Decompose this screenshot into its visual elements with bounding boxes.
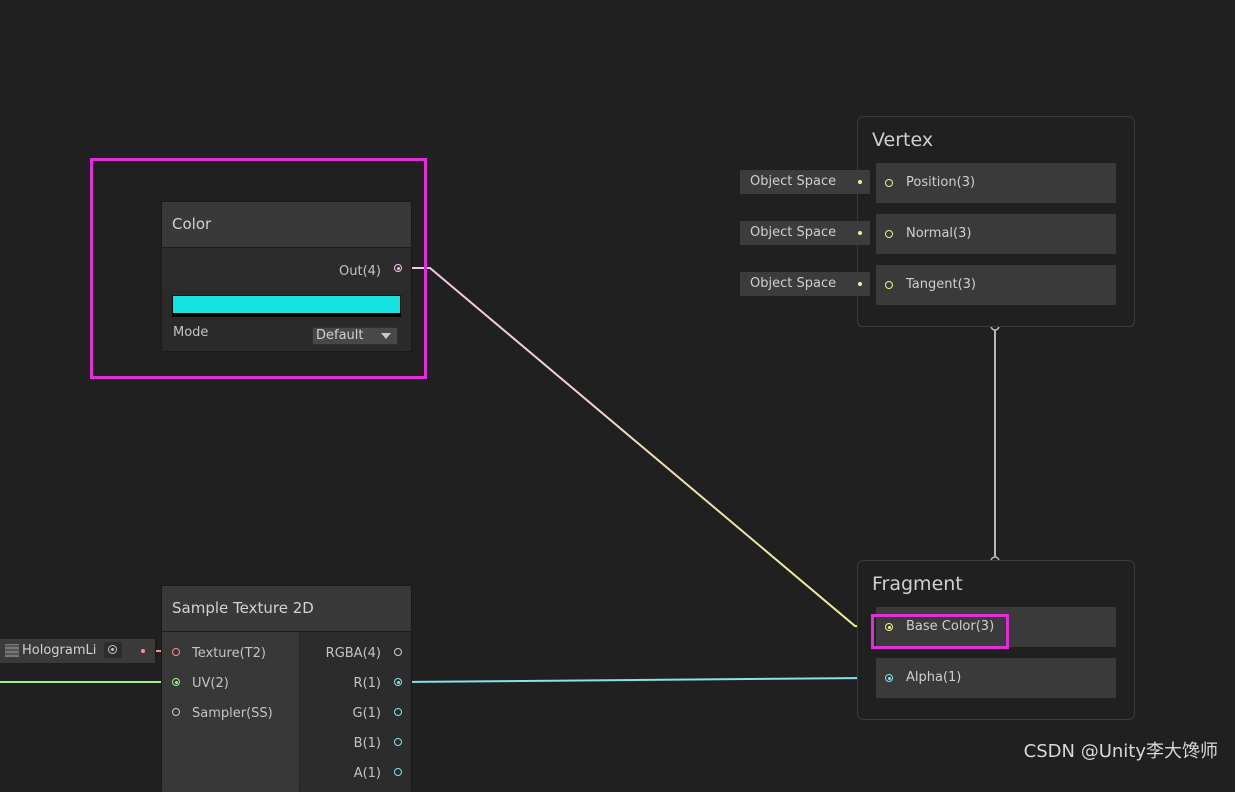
texture-property-port[interactable] bbox=[141, 649, 145, 653]
position-label: Position(3) bbox=[906, 175, 976, 190]
chip-port bbox=[858, 282, 862, 286]
chip-port bbox=[858, 231, 862, 235]
object-space-label: Object Space bbox=[750, 225, 837, 240]
texture-icon bbox=[5, 644, 19, 657]
tangent-port[interactable] bbox=[885, 281, 893, 289]
rgba-output-port[interactable] bbox=[394, 648, 402, 656]
color-node-highlight bbox=[90, 158, 427, 379]
base-color-highlight bbox=[871, 614, 1009, 649]
tangent-label: Tangent(3) bbox=[906, 277, 976, 292]
alpha-port[interactable] bbox=[885, 674, 893, 682]
fragment-slot-alpha[interactable]: Alpha(1) bbox=[876, 658, 1116, 698]
normal-label: Normal(3) bbox=[906, 226, 972, 241]
object-space-label: Object Space bbox=[750, 276, 837, 291]
texture-property-node[interactable]: HologramLi bbox=[0, 639, 156, 663]
sampler-input-label: Sampler(SS) bbox=[192, 706, 273, 721]
chip-port bbox=[858, 180, 862, 184]
object-space-chip-tangent[interactable]: Object Space bbox=[740, 272, 870, 296]
texture-property-label: HologramLi bbox=[22, 643, 97, 658]
watermark: CSDN @Unity李大馋师 bbox=[1023, 741, 1218, 762]
fragment-title: Fragment bbox=[872, 573, 963, 595]
vertex-slot-tangent[interactable]: Tangent(3) bbox=[876, 265, 1116, 305]
uv-input-port[interactable] bbox=[172, 678, 180, 686]
b-output-port[interactable] bbox=[394, 738, 402, 746]
b-output-label: B(1) bbox=[353, 736, 381, 751]
vertex-title: Vertex bbox=[872, 129, 934, 151]
wire-color-to-basecolor bbox=[400, 267, 871, 628]
sample-node-title[interactable]: Sample Texture 2D bbox=[162, 586, 411, 632]
sample-texture-2d-node[interactable]: Sample Texture 2D Texture(T2) UV(2) Samp… bbox=[161, 585, 412, 792]
texture-input-label: Texture(T2) bbox=[192, 646, 266, 661]
r-output-label: R(1) bbox=[353, 676, 381, 691]
alpha-label: Alpha(1) bbox=[906, 670, 962, 685]
object-space-chip-position[interactable]: Object Space bbox=[740, 170, 870, 194]
object-space-label: Object Space bbox=[750, 174, 837, 189]
g-output-port[interactable] bbox=[394, 708, 402, 716]
object-space-chip-normal[interactable]: Object Space bbox=[740, 221, 870, 245]
object-picker-icon[interactable] bbox=[104, 642, 122, 658]
a-output-label: A(1) bbox=[353, 766, 381, 781]
vertex-slot-position[interactable]: Position(3) bbox=[876, 163, 1116, 203]
vertex-context[interactable]: Vertex Position(3) Normal(3) Tangent(3) bbox=[857, 116, 1135, 327]
uv-input-label: UV(2) bbox=[192, 676, 229, 691]
vertex-slot-normal[interactable]: Normal(3) bbox=[876, 214, 1116, 254]
sampler-input-port[interactable] bbox=[172, 708, 180, 716]
a-output-port[interactable] bbox=[394, 768, 402, 776]
position-port[interactable] bbox=[885, 179, 893, 187]
g-output-label: G(1) bbox=[352, 706, 382, 721]
normal-port[interactable] bbox=[885, 230, 893, 238]
r-output-port[interactable] bbox=[394, 678, 402, 686]
rgba-output-label: RGBA(4) bbox=[325, 646, 381, 661]
wire-r-to-alpha bbox=[399, 677, 871, 683]
texture-input-port[interactable] bbox=[172, 648, 180, 656]
